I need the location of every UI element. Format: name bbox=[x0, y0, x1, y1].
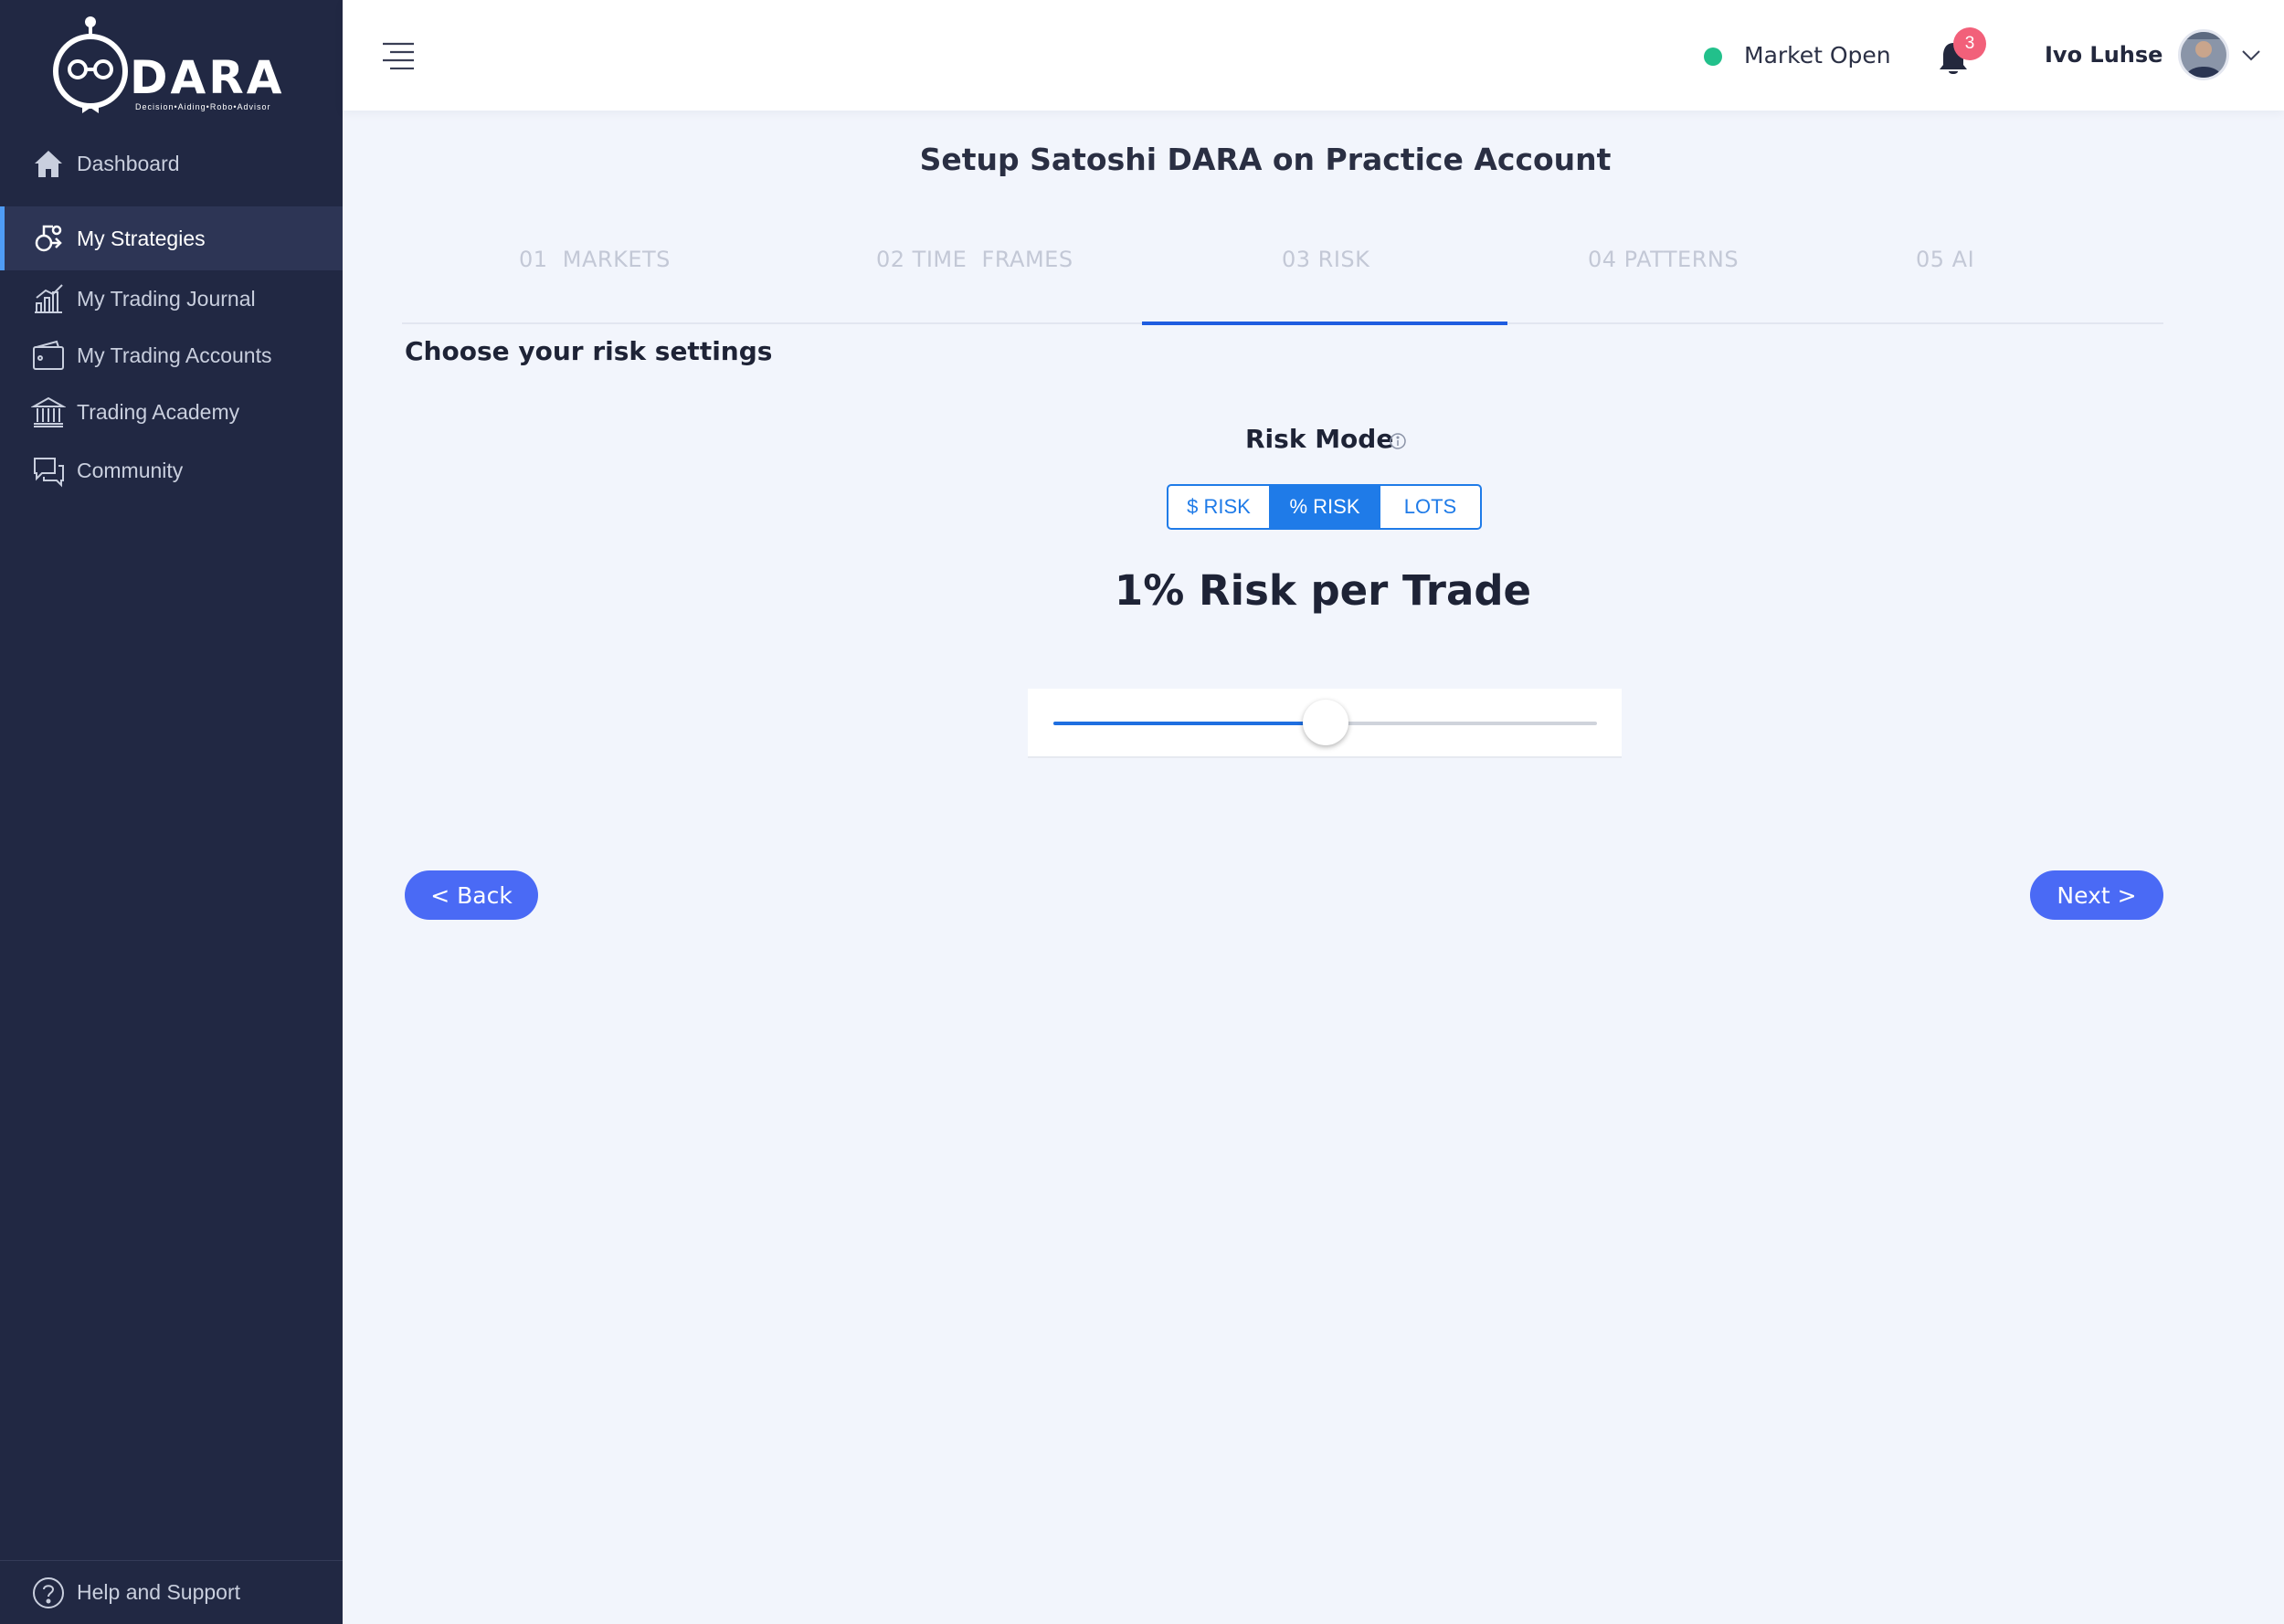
notification-badge: 3 bbox=[1953, 27, 1986, 60]
info-icon[interactable] bbox=[1389, 432, 1407, 450]
market-status-text: Market Open bbox=[1744, 42, 1891, 69]
sidebar-item-label: My Strategies bbox=[77, 226, 206, 250]
sidebar-item-my-trading-accounts[interactable]: My Trading Accounts bbox=[0, 327, 343, 384]
home-icon bbox=[35, 151, 62, 177]
dollar-risk-button[interactable]: $ RISK bbox=[1168, 486, 1269, 528]
market-status-dot bbox=[1704, 47, 1722, 66]
tab-markets[interactable]: 01 MARKETS bbox=[519, 247, 671, 272]
chevron-down-icon[interactable] bbox=[2240, 46, 2262, 64]
risk-slider-container bbox=[1028, 689, 1622, 758]
lots-button[interactable]: LOTS bbox=[1379, 486, 1480, 528]
page-title: Setup Satoshi DARA on Practice Account bbox=[919, 142, 1612, 177]
sidebar-item-dashboard[interactable]: Dashboard bbox=[0, 135, 343, 192]
sidebar-item-my-trading-journal[interactable]: My Trading Journal bbox=[0, 270, 343, 327]
help-and-support[interactable]: Help and Support bbox=[0, 1560, 343, 1624]
brand-tagline: Decision•Aiding•Robo•Advisor bbox=[135, 102, 271, 111]
sidebar-item-label: Dashboard bbox=[77, 151, 180, 175]
tab-risk[interactable]: 03 RISK bbox=[1282, 247, 1369, 272]
question-icon bbox=[33, 1577, 64, 1608]
strategies-icon bbox=[35, 225, 62, 252]
user-name[interactable]: Ivo Luhse bbox=[2045, 42, 2162, 68]
back-button[interactable]: < Back bbox=[405, 870, 538, 920]
sidebar-item-trading-academy[interactable]: Trading Academy bbox=[0, 384, 343, 440]
risk-mode-toggle: $ RISK % RISK LOTS bbox=[1167, 484, 1482, 530]
sidebar-item-label: Trading Academy bbox=[77, 399, 240, 424]
dara-logo[interactable]: DARA Decision•Aiding•Robo•Advisor bbox=[49, 15, 296, 117]
bank-icon bbox=[31, 396, 66, 427]
wallet-icon bbox=[33, 340, 64, 370]
section-title: Choose your risk settings bbox=[405, 336, 773, 366]
sidebar-item-my-strategies[interactable]: My Strategies bbox=[0, 206, 343, 270]
robot-logo-icon bbox=[53, 16, 128, 113]
sidebar-item-label: Community bbox=[77, 458, 184, 482]
slider-track[interactable] bbox=[1053, 700, 1597, 745]
sidebar-nav: Dashboard My Strategies My Trading Journ… bbox=[0, 135, 343, 501]
next-button[interactable]: Next > bbox=[2030, 870, 2163, 920]
help-label: Help and Support bbox=[77, 1580, 241, 1604]
menu-icon[interactable] bbox=[382, 42, 415, 69]
tab-ai[interactable]: 05 AI bbox=[1916, 247, 1974, 272]
sidebar-item-community[interactable]: Community bbox=[0, 440, 343, 501]
slider-thumb[interactable] bbox=[1302, 700, 1348, 745]
tab-time-frames[interactable]: 02 TIME FRAMES bbox=[876, 247, 1073, 272]
chart-icon bbox=[35, 284, 63, 313]
sidebar: DARA Decision•Aiding•Robo•Advisor Dashbo… bbox=[0, 0, 343, 1624]
brand-name: DARA bbox=[130, 51, 285, 104]
tab-patterns[interactable]: 04 PATTERNS bbox=[1588, 247, 1739, 272]
sidebar-item-label: My Trading Accounts bbox=[77, 343, 272, 367]
risk-per-trade-value: 1% Risk per Trade bbox=[1114, 566, 1532, 615]
percent-risk-button[interactable]: % RISK bbox=[1269, 486, 1379, 528]
user-photo-icon bbox=[2181, 32, 2226, 78]
risk-mode-label: Risk Mode bbox=[1245, 424, 1394, 454]
chat-icon bbox=[34, 458, 64, 488]
slider-track-fill bbox=[1053, 722, 1326, 725]
sidebar-item-label: My Trading Journal bbox=[77, 286, 256, 311]
top-header: Market Open 3 Ivo Luhse bbox=[343, 0, 2284, 111]
wizard-steps: 01 MARKETS 02 TIME FRAMES 03 RISK 04 PAT… bbox=[402, 228, 2163, 325]
active-tab-indicator bbox=[1142, 322, 1507, 325]
avatar[interactable] bbox=[2178, 29, 2229, 80]
